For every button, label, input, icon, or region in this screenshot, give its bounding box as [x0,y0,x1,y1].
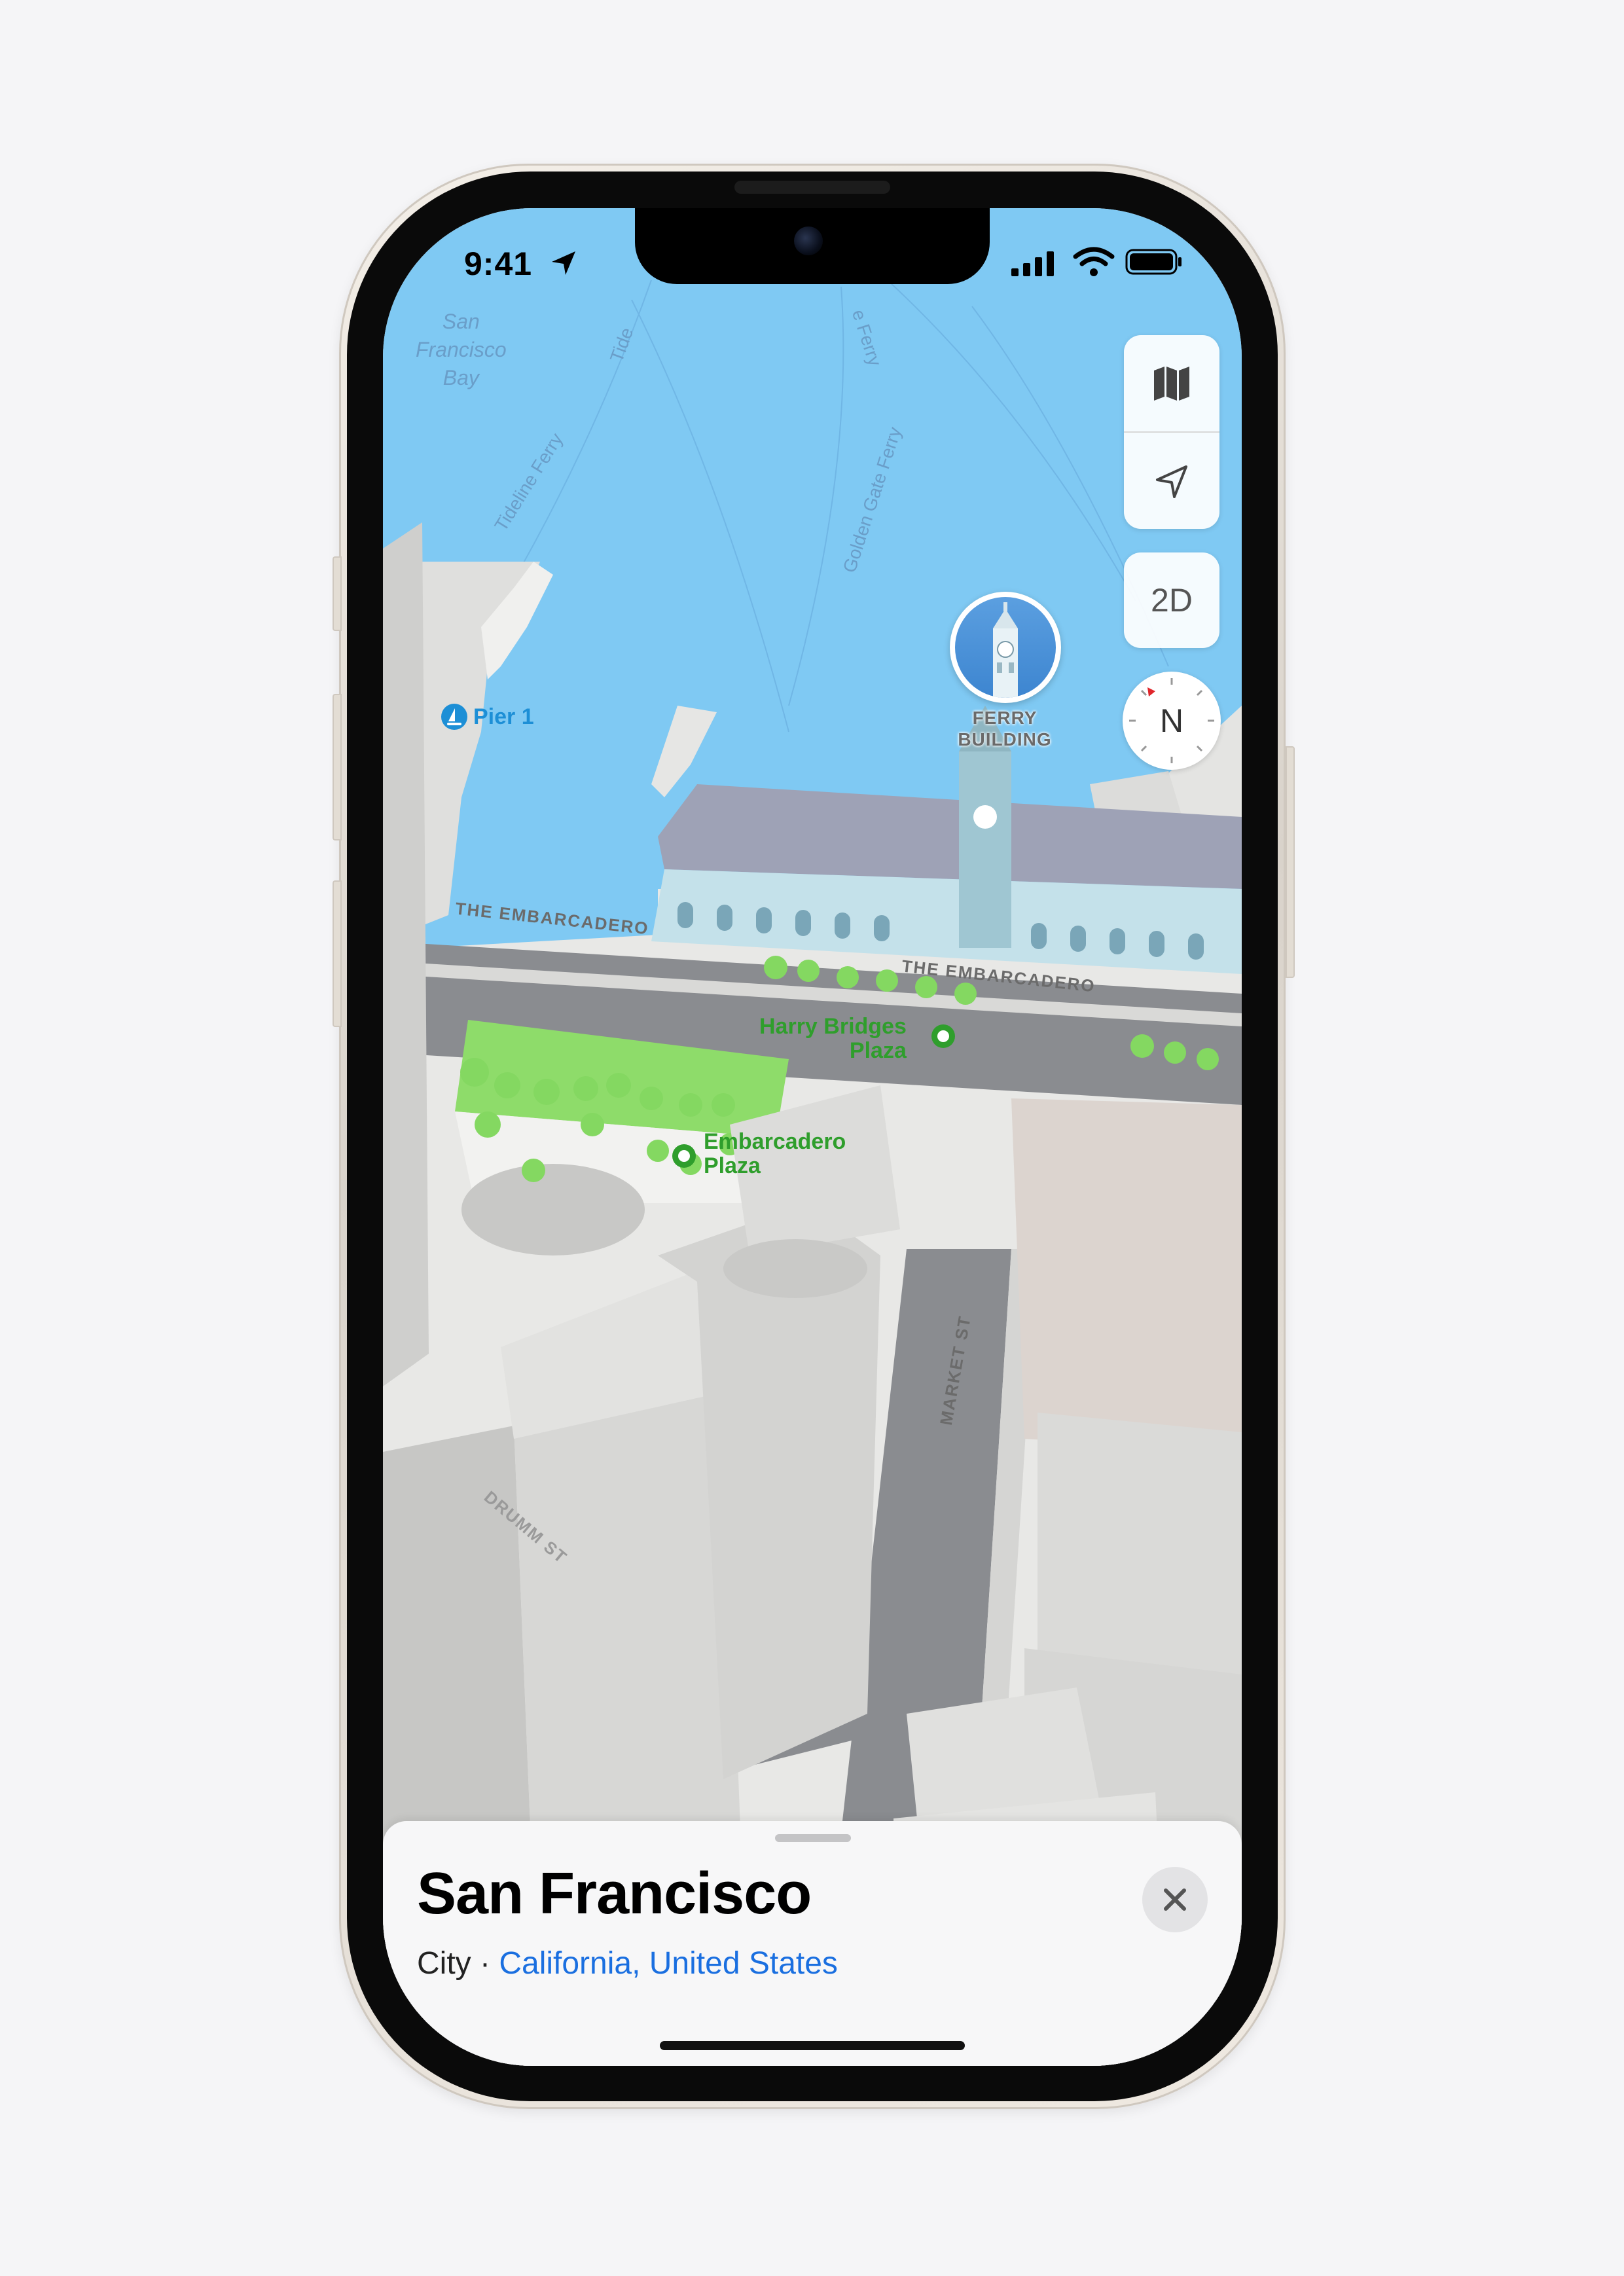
power-button [1286,746,1295,978]
map-icon [1154,366,1189,401]
landmark-image [955,597,1056,698]
ferry-building-landmark[interactable] [950,592,1061,703]
place-subtitle: City · California, United States [417,1945,838,1981]
wifi-icon [1073,247,1115,276]
place-card-sheet[interactable]: San Francisco City · California, United … [383,1821,1242,2066]
status-time: 9:41 [464,245,533,282]
location-services-icon [552,251,575,275]
poi-label-line: Plaza [704,1153,761,1178]
place-type: City [417,1946,471,1981]
earpiece-speaker [734,181,890,194]
cellular-signal-icon [1011,251,1054,276]
map-mode-button[interactable] [1124,335,1219,431]
landmark-label-line: BUILDING [958,729,1052,750]
water-label-line: San [442,310,480,333]
boat-icon [441,704,467,730]
battery-icon [1125,249,1182,275]
view-2d-toggle[interactable]: 2D [1124,552,1219,648]
current-location-button[interactable] [1124,433,1219,529]
volume-up-button [333,694,342,840]
screen: San Francisco Bay Tideline Ferry Tide Go… [383,208,1242,2066]
poi-pier-1[interactable]: Pier 1 [441,703,534,731]
landmark-label: FERRY BUILDING [920,707,1090,750]
park-pin-icon[interactable] [671,1143,697,1169]
landmark-label-line: FERRY [972,708,1038,728]
sheet-grabber[interactable] [775,1834,851,1842]
close-icon [1164,1888,1186,1911]
poi-harry-bridges-plaza[interactable]: Harry Bridges Plaza [759,1015,907,1063]
location-arrow-icon [1156,465,1187,498]
front-camera [794,226,823,255]
subtitle-separator: · [471,1946,499,1981]
region-link[interactable]: California, United States [499,1946,838,1981]
mute-switch [333,556,342,631]
volume-down-button [333,880,342,1027]
compass[interactable]: N [1123,672,1221,770]
poi-label-line: Plaza [849,1038,907,1063]
compass-heading: N [1159,702,1184,739]
poi-embarcadero-plaza[interactable]: Embarcadero Plaza [704,1130,846,1178]
water-label-line: Bay [442,366,479,389]
water-label: San Francisco Bay [416,308,507,392]
close-button[interactable] [1142,1867,1208,1932]
poi-label-line: Harry Bridges [759,1014,907,1039]
water-label-line: Francisco [416,338,507,361]
clock-tower-icon [993,602,1018,698]
poi-label-line: Embarcadero [704,1129,846,1154]
home-indicator[interactable] [660,2041,965,2050]
park-pin-icon[interactable] [930,1023,956,1049]
poi-label: Pier 1 [473,704,534,729]
map-controls [1124,335,1219,529]
place-title: San Francisco [417,1861,812,1926]
